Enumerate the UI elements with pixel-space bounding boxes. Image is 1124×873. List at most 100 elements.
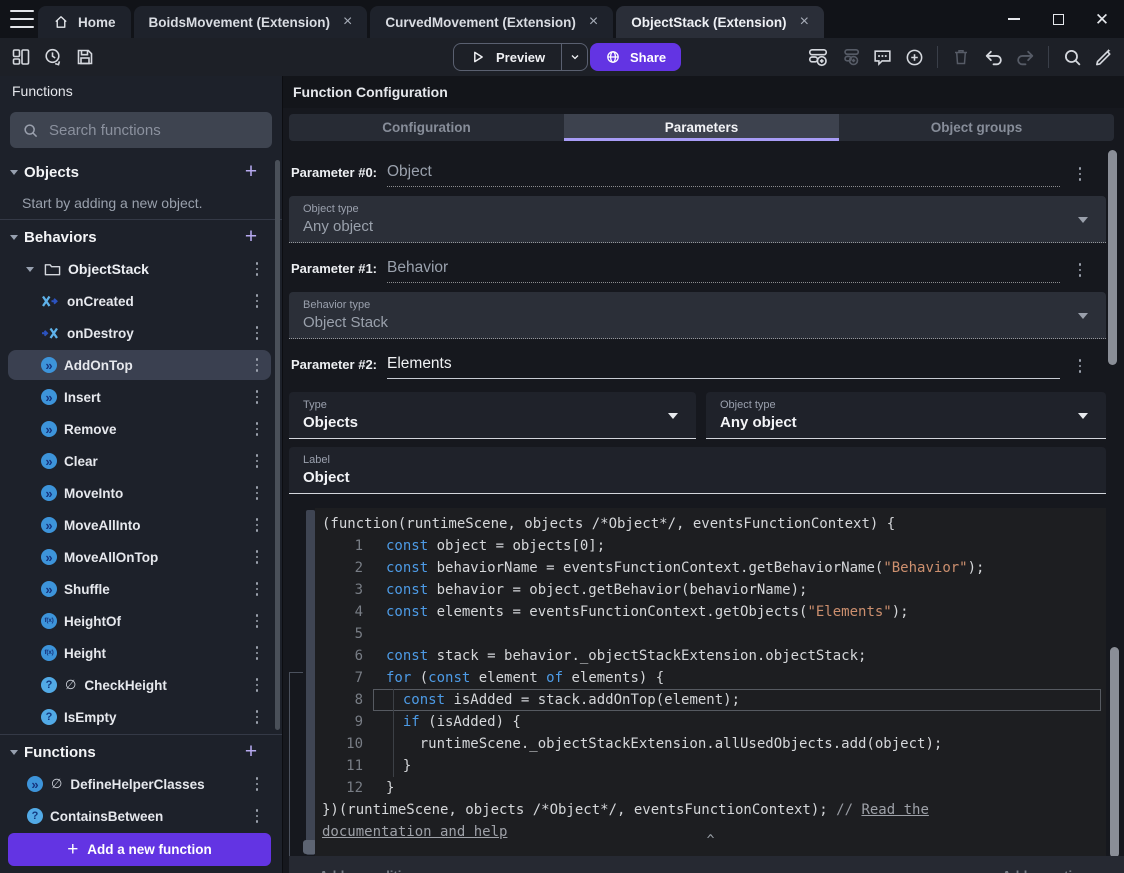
collapse-caret[interactable]: ^ — [707, 830, 715, 852]
documentation-link[interactable]: Read the — [861, 802, 928, 818]
search-events-button[interactable] — [1057, 42, 1087, 72]
tab-parameters[interactable]: Parameters — [564, 114, 839, 141]
code-line-4[interactable]: 4 const elements = eventsFunctionContext.… — [315, 601, 1106, 623]
code-line-1[interactable]: 1 const object = objects[0]; — [315, 535, 1106, 557]
sidebar-item-containsbetween[interactable]: ? ContainsBetween — [0, 800, 282, 832]
code-line-12[interactable]: 12} — [315, 777, 1106, 799]
code-line-5[interactable]: 5 — [315, 623, 1106, 645]
redo-button[interactable] — [1010, 42, 1040, 72]
code-line-9[interactable]: 9 if (isAdded) { — [315, 711, 1106, 733]
sidebar-item-definehelperclasses[interactable]: » ∅ DefineHelperClasses — [0, 768, 282, 800]
sidebar-item-clear[interactable]: » Clear — [0, 445, 282, 477]
add-object-button[interactable]: + — [239, 160, 263, 184]
sidebar-scrollbar-thumb[interactable] — [275, 160, 280, 730]
item-menu-button[interactable] — [253, 678, 261, 692]
preview-options-button[interactable] — [561, 44, 587, 70]
parameter-2-label-field[interactable]: Label Object — [289, 447, 1106, 494]
collapse-caret-icon[interactable] — [10, 235, 18, 240]
edit-extension-button[interactable] — [1089, 42, 1119, 72]
editor-scrollbar-thumb[interactable] — [1110, 647, 1119, 858]
sidebar-item-moveallontop[interactable]: » MoveAllOnTop — [0, 541, 282, 573]
parameter-0-menu-button[interactable] — [1076, 167, 1084, 181]
parameter-0-name-field[interactable]: Object — [387, 160, 1060, 187]
minimize-button[interactable] — [992, 0, 1036, 38]
preview-button[interactable]: Preview — [453, 43, 589, 71]
item-menu-button[interactable] — [253, 422, 261, 436]
item-menu-button[interactable] — [253, 710, 261, 724]
code-line-2[interactable]: 2 const behaviorName = eventsFunctionCont… — [315, 557, 1106, 579]
code-line-3[interactable]: 3 const behavior = object.getBehavior(beh… — [315, 579, 1106, 601]
close-tab-icon[interactable]: × — [343, 14, 352, 30]
item-menu-button[interactable] — [253, 358, 261, 372]
item-menu-button[interactable] — [253, 614, 261, 628]
parameter-1-name-field[interactable]: Behavior — [387, 256, 1060, 283]
javascript-code-editor[interactable]: (function(runtimeScene, objects /*Object… — [315, 508, 1106, 856]
add-circle-button[interactable] — [899, 42, 929, 72]
maximize-button[interactable] — [1036, 0, 1080, 38]
item-menu-button[interactable] — [253, 326, 261, 340]
search-functions-input[interactable] — [49, 121, 249, 139]
close-tab-icon[interactable]: × — [589, 14, 598, 30]
item-menu-button[interactable] — [253, 809, 261, 823]
tab-curvedmovement-extension[interactable]: CurvedMovement (Extension) × — [370, 6, 614, 38]
behaviors-section-header[interactable]: Behaviors + — [0, 221, 282, 253]
sidebar-item-heightof[interactable]: f(x) HeightOf — [0, 605, 282, 637]
editor-drag-strip[interactable] — [306, 510, 315, 855]
item-menu-button[interactable] — [253, 390, 261, 404]
tab-boidsmovement-extension[interactable]: BoidsMovement (Extension) × — [133, 6, 368, 38]
tab-configuration[interactable]: Configuration — [289, 114, 564, 141]
add-event-button[interactable] — [803, 42, 833, 72]
parameters-scrollbar-thumb[interactable] — [1108, 150, 1117, 365]
item-menu-button[interactable] — [253, 518, 261, 532]
item-menu-button[interactable] — [253, 294, 261, 308]
group-menu-button[interactable] — [253, 262, 261, 276]
sidebar-item-addontop[interactable]: » AddOnTop — [0, 349, 282, 381]
add-action-button[interactable]: Add an action — [1002, 868, 1088, 873]
documentation-link[interactable]: documentation and help — [322, 824, 507, 840]
item-menu-button[interactable] — [253, 486, 261, 500]
sidebar-item-shuffle[interactable]: » Shuffle — [0, 573, 282, 605]
add-function-plus-button[interactable]: + — [239, 740, 263, 764]
functions-section-header[interactable]: Functions + — [0, 736, 282, 768]
delete-button[interactable] — [946, 42, 976, 72]
collapse-caret-icon[interactable] — [26, 267, 34, 272]
collapse-caret-icon[interactable] — [10, 750, 18, 755]
parameter-2-type-select[interactable]: Type Objects — [289, 392, 696, 439]
item-menu-button[interactable] — [253, 646, 261, 660]
parameter-1-menu-button[interactable] — [1076, 263, 1084, 277]
behavior-group-objectstack[interactable]: ObjectStack — [0, 253, 282, 285]
close-tab-icon[interactable]: × — [800, 14, 809, 30]
tab-object-groups[interactable]: Object groups — [839, 114, 1114, 141]
collapse-caret-icon[interactable] — [10, 170, 18, 175]
parameter-2-name-field[interactable]: Elements — [387, 352, 1060, 379]
item-menu-button[interactable] — [253, 777, 261, 791]
history-button[interactable] — [38, 42, 68, 72]
item-menu-button[interactable] — [253, 550, 261, 564]
code-line-7[interactable]: 7 for (const element of elements) { — [315, 667, 1106, 689]
sidebar-item-isempty[interactable]: ? IsEmpty — [0, 701, 282, 733]
add-comment-button[interactable] — [867, 42, 897, 72]
share-button[interactable]: Share — [590, 43, 682, 71]
undo-button[interactable] — [978, 42, 1008, 72]
parameter-0-object-type-select[interactable]: Object type Any object — [289, 196, 1106, 243]
add-behavior-button[interactable]: + — [239, 225, 263, 249]
code-line-11[interactable]: 11 } — [315, 755, 1106, 777]
panels-layout-button[interactable] — [6, 42, 36, 72]
parameter-1-behavior-type-select[interactable]: Behavior type Object Stack — [289, 292, 1106, 339]
sidebar-item-moveinto[interactable]: » MoveInto — [0, 477, 282, 509]
save-button[interactable] — [70, 42, 100, 72]
code-line-10[interactable]: 10 runtimeScene._objectStackExtension.al… — [315, 733, 1106, 755]
tab-objectstack-extension[interactable]: ObjectStack (Extension) × — [616, 6, 824, 38]
sidebar-item-oncreated[interactable]: onCreated — [0, 285, 282, 317]
code-line-8[interactable]: 8 const isAdded = stack.addOnTop(element… — [315, 689, 1106, 711]
add-subevent-button[interactable] — [835, 42, 865, 72]
add-new-function-button[interactable]: + Add a new function — [8, 833, 271, 866]
close-button[interactable]: ✕ — [1080, 0, 1124, 38]
search-functions-box[interactable] — [10, 112, 272, 148]
main-menu-button[interactable] — [10, 10, 34, 28]
add-condition-button[interactable]: Add a condition — [319, 868, 417, 873]
item-menu-button[interactable] — [253, 582, 261, 596]
sidebar-item-remove[interactable]: » Remove — [0, 413, 282, 445]
parameter-2-menu-button[interactable] — [1076, 359, 1084, 373]
sidebar-item-checkheight[interactable]: ? ∅ CheckHeight — [0, 669, 282, 701]
